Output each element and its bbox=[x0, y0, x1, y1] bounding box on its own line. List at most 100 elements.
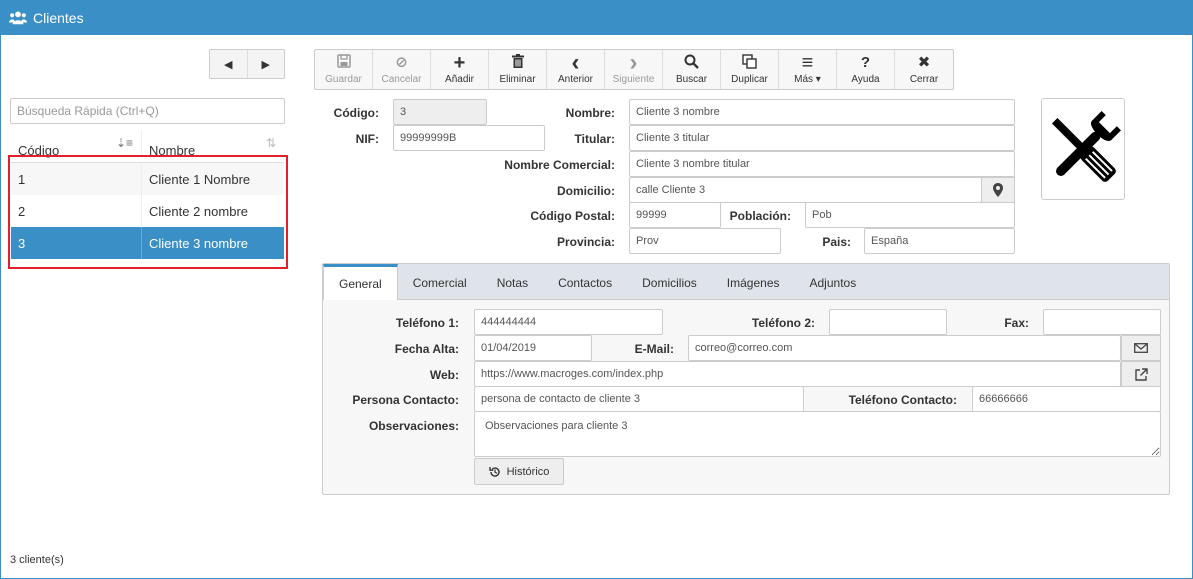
plus-icon: + bbox=[453, 52, 466, 74]
observaciones-label: Observaciones: bbox=[368, 419, 459, 433]
nif-label: NIF: bbox=[355, 132, 379, 146]
history-icon bbox=[488, 466, 500, 477]
titular-field[interactable] bbox=[629, 125, 1015, 151]
title-bar: Clientes bbox=[1, 1, 1192, 35]
button-label: Buscar bbox=[675, 74, 708, 85]
cancel-icon: ⊘ bbox=[395, 54, 408, 71]
nombre-comercial-label: Nombre Comercial: bbox=[504, 158, 615, 172]
tab-notas[interactable]: Notas bbox=[482, 266, 543, 299]
tab-domicilios[interactable]: Domicilios bbox=[627, 266, 712, 299]
next-record-button[interactable]: ▶ bbox=[246, 50, 285, 78]
observaciones-textarea[interactable]: Observaciones para cliente 3 bbox=[474, 411, 1161, 457]
codigo-field[interactable] bbox=[393, 99, 487, 125]
web-field[interactable] bbox=[474, 361, 1121, 387]
record-count: 3 cliente(s) bbox=[10, 554, 64, 566]
tab-adjuntos[interactable]: Adjuntos bbox=[795, 266, 872, 299]
button-label: Cerrar bbox=[909, 74, 939, 85]
duplicate-button[interactable]: Duplicar bbox=[721, 50, 779, 89]
cell-nombre: Cliente 3 nombre bbox=[149, 235, 248, 251]
chevron-left-icon: ‹ bbox=[571, 49, 580, 76]
tab-imagenes[interactable]: Imágenes bbox=[712, 266, 795, 299]
open-web-button[interactable] bbox=[1121, 361, 1161, 387]
grid-header: Código ⇣≡ Nombre ⇅ bbox=[11, 130, 284, 163]
external-link-icon bbox=[1134, 367, 1148, 381]
caret-right-icon: ▶ bbox=[261, 58, 270, 71]
toolbar: Guardar ⊘ Cancelar + Añadir Eliminar ‹ A… bbox=[314, 49, 954, 90]
quick-search-input[interactable] bbox=[10, 98, 285, 124]
sort-icon: ⇅ bbox=[265, 136, 276, 150]
button-label: Eliminar bbox=[499, 74, 536, 85]
save-button[interactable]: Guardar bbox=[315, 50, 373, 89]
nombre-comercial-field[interactable] bbox=[629, 151, 1015, 177]
duplicate-icon bbox=[742, 54, 757, 72]
menu-icon: ≡ bbox=[801, 52, 814, 74]
provincia-label: Provincia: bbox=[556, 235, 615, 249]
pais-field[interactable] bbox=[864, 228, 1015, 254]
send-email-button[interactable] bbox=[1121, 335, 1161, 361]
tab-contactos[interactable]: Contactos bbox=[543, 266, 627, 299]
cell-codigo: 2 bbox=[11, 195, 142, 227]
fecha-alta-label: Fecha Alta: bbox=[394, 342, 459, 356]
column-header-codigo[interactable]: Código ⇣≡ bbox=[11, 130, 142, 158]
clientes-window: Clientes ◀ ▶ Código ⇣≡ Nombre ⇅ 1 Client… bbox=[0, 0, 1193, 579]
tab-comercial[interactable]: Comercial bbox=[398, 266, 482, 299]
column-header-label: Código bbox=[18, 143, 60, 158]
save-icon bbox=[336, 54, 351, 72]
column-header-label: Nombre bbox=[149, 143, 196, 158]
button-label: Anterior bbox=[557, 74, 593, 85]
telefono-contacto-label: Teléfono Contacto: bbox=[848, 393, 957, 407]
caret-left-icon: ◀ bbox=[224, 58, 233, 71]
email-label: E-Mail: bbox=[634, 342, 674, 356]
prev-record-button[interactable]: ◀ bbox=[210, 50, 247, 78]
fax-field[interactable] bbox=[1043, 309, 1161, 335]
help-icon: ? bbox=[860, 54, 871, 71]
telefono2-label: Teléfono 2: bbox=[751, 316, 815, 330]
fecha-alta-field[interactable] bbox=[474, 335, 592, 361]
provincia-field[interactable] bbox=[629, 228, 781, 254]
table-row[interactable]: 1 Cliente 1 Nombre bbox=[11, 163, 284, 195]
codigo-postal-field[interactable] bbox=[629, 202, 721, 228]
previous-button[interactable]: ‹ Anterior bbox=[547, 50, 605, 89]
search-icon bbox=[684, 54, 699, 72]
column-header-nombre[interactable]: Nombre ⇅ bbox=[142, 130, 284, 158]
cell-nombre: Cliente 1 Nombre bbox=[149, 171, 251, 187]
nombre-field[interactable] bbox=[629, 99, 1015, 125]
next-button[interactable]: › Siguiente bbox=[605, 50, 663, 89]
historico-label: Histórico bbox=[506, 465, 550, 478]
telefono1-label: Teléfono 1: bbox=[395, 316, 459, 330]
cell-codigo: 3 bbox=[11, 227, 142, 259]
table-row[interactable]: 2 Cliente 2 nombre bbox=[11, 195, 284, 227]
table-row-selected[interactable]: 3 Cliente 3 nombre bbox=[11, 227, 284, 259]
domicilio-field[interactable] bbox=[629, 177, 982, 203]
cancel-button[interactable]: ⊘ Cancelar bbox=[373, 50, 431, 89]
codigo-label: Código: bbox=[333, 106, 379, 120]
close-button[interactable]: ✖ Cerrar bbox=[895, 50, 953, 89]
more-button[interactable]: ≡ Más ▾ bbox=[779, 50, 837, 89]
historico-button[interactable]: Histórico bbox=[474, 458, 564, 485]
titular-label: Titular: bbox=[574, 132, 615, 146]
help-button[interactable]: ? Ayuda bbox=[837, 50, 895, 89]
tools-icon bbox=[1051, 111, 1121, 182]
pais-label: Pais: bbox=[822, 235, 851, 249]
telefono2-field[interactable] bbox=[829, 309, 947, 335]
cell-codigo: 1 bbox=[11, 163, 142, 195]
sort-asc-icon: ⇣≡ bbox=[115, 136, 133, 150]
cell-nombre: Cliente 2 nombre bbox=[149, 203, 248, 219]
nombre-label: Nombre: bbox=[565, 106, 615, 120]
persona-contacto-field[interactable] bbox=[474, 386, 804, 412]
delete-button[interactable]: Eliminar bbox=[489, 50, 547, 89]
button-label: Siguiente bbox=[612, 74, 655, 85]
telefono1-field[interactable] bbox=[474, 309, 663, 335]
poblacion-field[interactable] bbox=[805, 202, 1015, 228]
map-marker-button[interactable] bbox=[981, 177, 1015, 203]
add-button[interactable]: + Añadir bbox=[431, 50, 489, 89]
telefono-contacto-field[interactable] bbox=[972, 386, 1161, 412]
email-field[interactable] bbox=[688, 335, 1121, 361]
search-button[interactable]: Buscar bbox=[663, 50, 721, 89]
codigo-postal-label: Código Postal: bbox=[530, 209, 615, 223]
tab-general[interactable]: General bbox=[323, 264, 398, 300]
web-label: Web: bbox=[429, 368, 459, 382]
client-image[interactable] bbox=[1041, 98, 1125, 200]
fax-label: Fax: bbox=[1004, 316, 1029, 330]
close-icon: ✖ bbox=[917, 54, 931, 71]
